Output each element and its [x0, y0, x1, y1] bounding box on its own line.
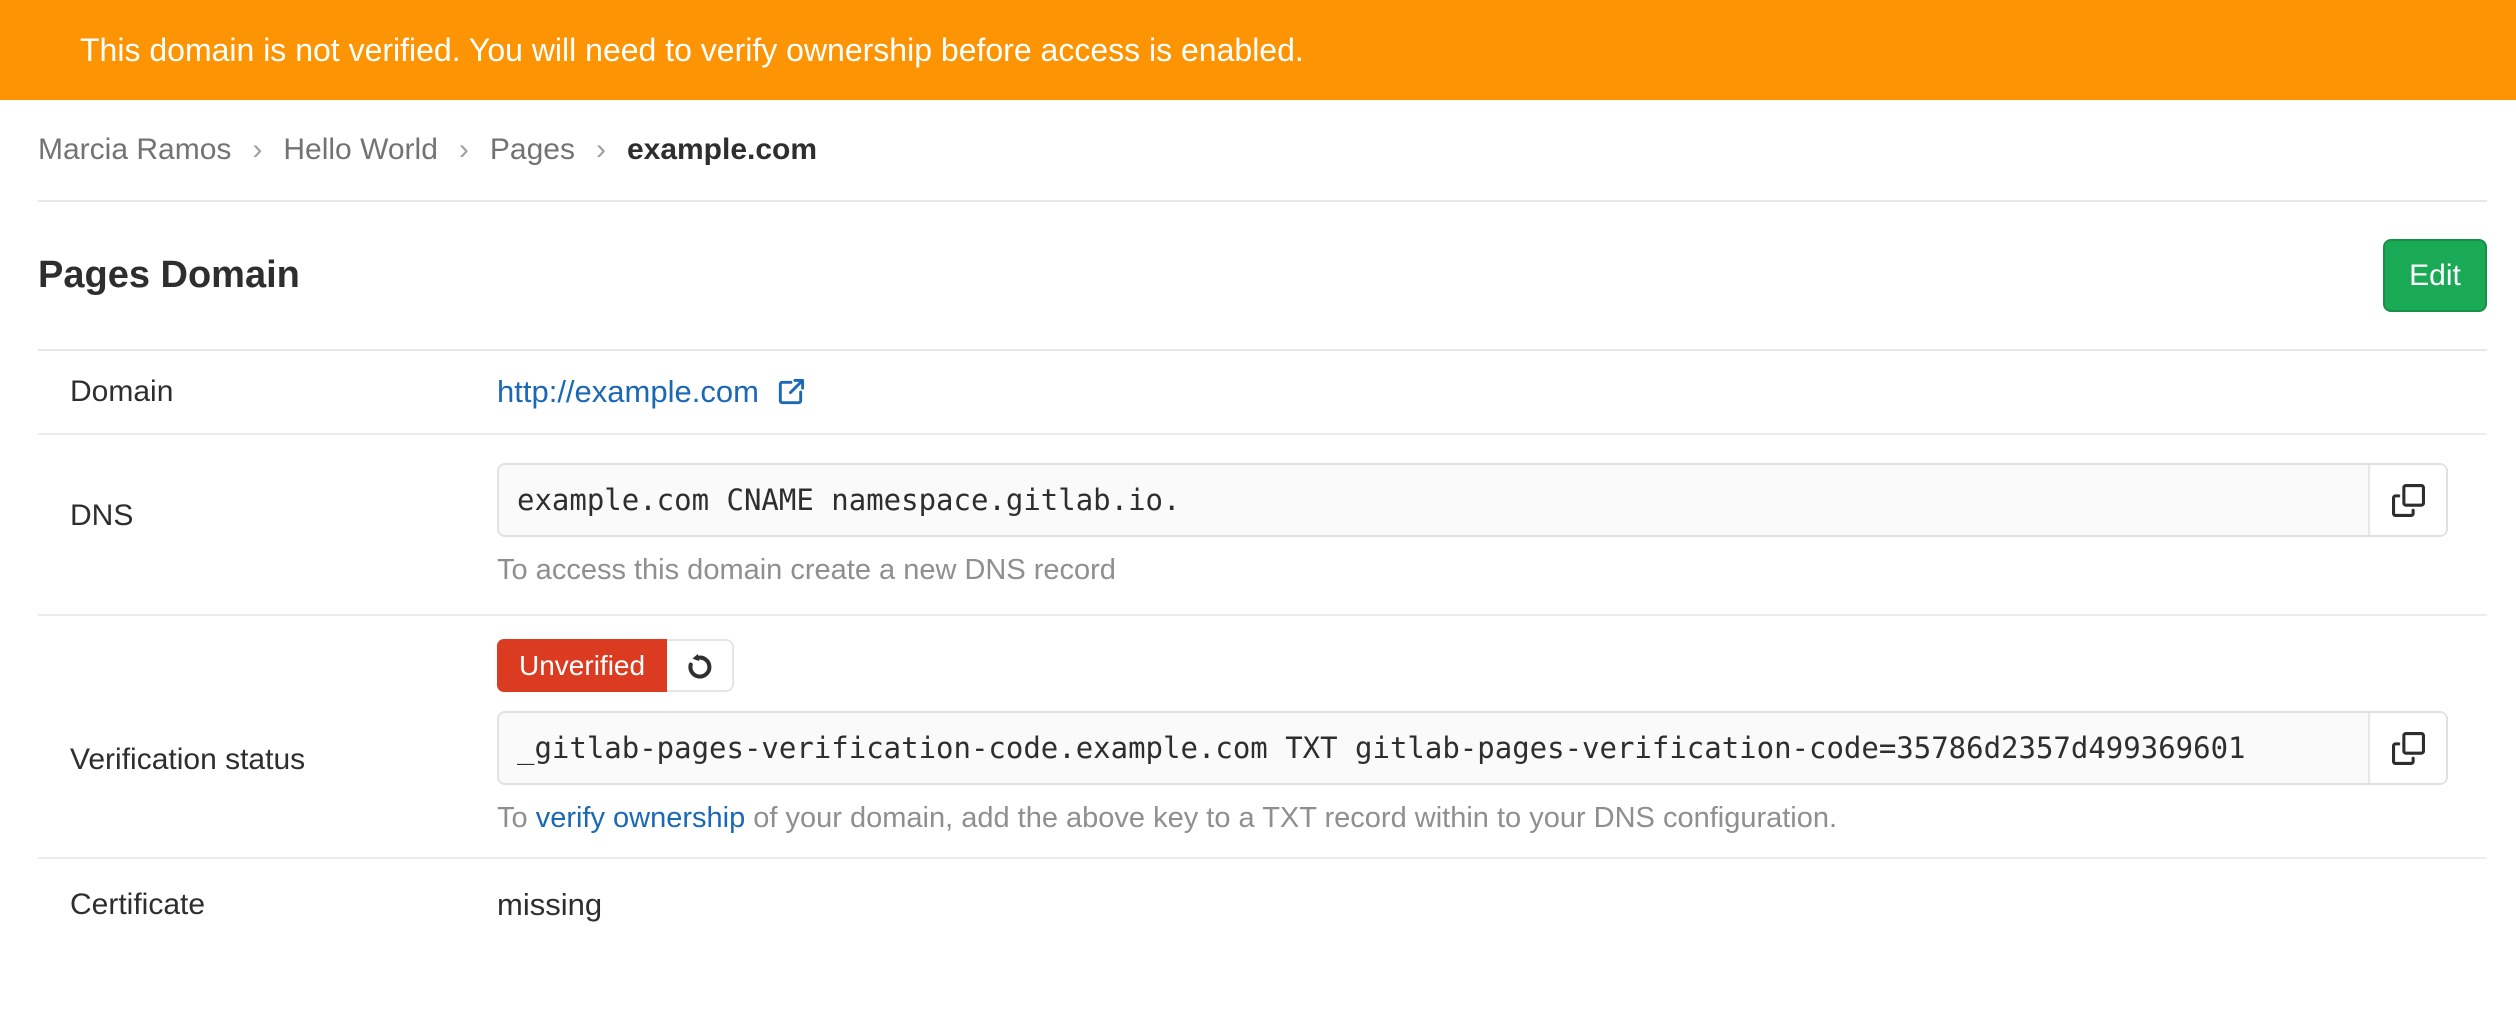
- status-badge: Unverified: [497, 639, 667, 692]
- dns-help-text: To access this domain create a new DNS r…: [497, 554, 2487, 587]
- breadcrumb-user[interactable]: Marcia Ramos: [38, 133, 231, 167]
- verification-record-input[interactable]: [499, 713, 2368, 783]
- page-container: Marcia Ramos › Hello World › Pages › exa…: [38, 100, 2487, 951]
- verification-label: Verification status: [38, 616, 497, 857]
- breadcrumb-project[interactable]: Hello World: [283, 133, 438, 167]
- external-link-icon: [775, 377, 806, 408]
- dns-label: DNS: [38, 435, 497, 614]
- breadcrumb: Marcia Ramos › Hello World › Pages › exa…: [38, 100, 2487, 202]
- copy-dns-record-button[interactable]: [2368, 465, 2446, 535]
- table-row-verification: Verification status Unverified: [38, 616, 2487, 859]
- edit-button[interactable]: Edit: [2383, 239, 2487, 312]
- dns-record-group: [497, 463, 2448, 537]
- retry-verification-button[interactable]: [667, 639, 734, 692]
- domain-link-text: http://example.com: [497, 374, 759, 410]
- page-title: Pages Domain: [38, 254, 300, 297]
- certificate-label: Certificate: [38, 888, 497, 922]
- breadcrumb-pages[interactable]: Pages: [490, 133, 575, 167]
- retry-icon: [684, 650, 715, 681]
- dns-record-input[interactable]: [499, 465, 2368, 535]
- chevron-right-icon: ›: [459, 133, 469, 167]
- copy-icon: [2392, 732, 2425, 765]
- verification-record-group: [497, 711, 2448, 785]
- table-row-dns: DNS To access this domain create a new D…: [38, 435, 2487, 616]
- chevron-right-icon: ›: [596, 133, 606, 167]
- copy-verification-record-button[interactable]: [2368, 713, 2446, 783]
- verification-help-after: of your domain, add the above key to a T…: [745, 802, 1837, 834]
- breadcrumb-current: example.com: [627, 133, 817, 167]
- page-header: Pages Domain Edit: [38, 202, 2487, 351]
- chevron-right-icon: ›: [252, 133, 262, 167]
- domain-details-table: Domain http://example.com DNS: [38, 351, 2487, 951]
- copy-icon: [2392, 484, 2425, 517]
- table-row-certificate: Certificate missing: [38, 859, 2487, 951]
- domain-label: Domain: [38, 375, 497, 409]
- verification-status-group: Unverified: [497, 639, 2487, 692]
- verification-help-before: To: [497, 802, 536, 834]
- certificate-value: missing: [497, 887, 602, 922]
- verify-ownership-link[interactable]: verify ownership: [536, 802, 746, 834]
- banner-message: This domain is not verified. You will ne…: [80, 32, 1304, 69]
- domain-link[interactable]: http://example.com: [497, 374, 806, 410]
- verification-help-text: To verify ownership of your domain, add …: [497, 802, 2487, 835]
- table-row-domain: Domain http://example.com: [38, 351, 2487, 435]
- domain-unverified-banner: This domain is not verified. You will ne…: [0, 0, 2516, 100]
